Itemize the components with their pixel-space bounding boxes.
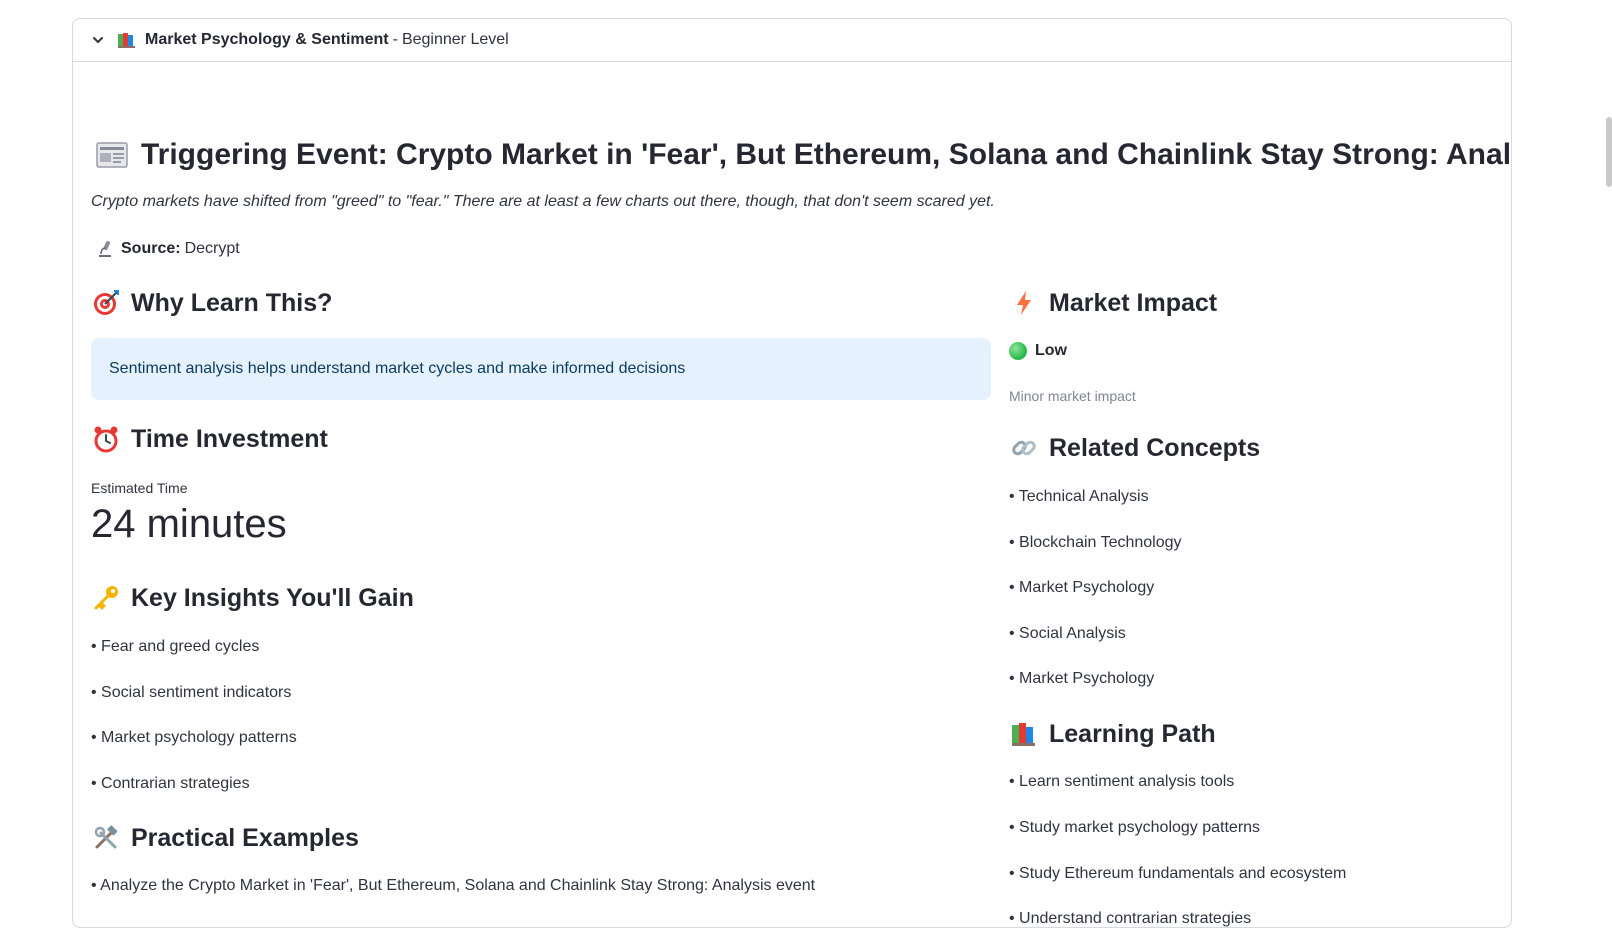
event-heading-text: Triggering Event: Crypto Market in 'Fear… [141, 138, 1512, 171]
time-heading: Time Investment [91, 424, 328, 454]
books-icon [1009, 719, 1039, 749]
why-info-box: Sentiment analysis helps understand mark… [91, 338, 991, 400]
why-info-text: Sentiment analysis helps understand mark… [109, 360, 686, 377]
expander-level: Beginner Level [401, 31, 509, 48]
books-icon [117, 31, 137, 49]
example-item: • Analyze the Crypto Market in 'Fear', B… [91, 877, 816, 894]
lightning-icon [1009, 288, 1039, 318]
impact-level-text: Low [1035, 342, 1067, 359]
newspaper-icon [95, 138, 129, 172]
related-item: • Social Analysis [1009, 625, 1126, 642]
related-item: • Market Psychology [1009, 670, 1155, 687]
path-item: • Understand contrarian strategies [1009, 910, 1252, 927]
insight-item: • Social sentiment indicators [91, 684, 292, 701]
impact-caption: Minor market impact [1009, 388, 1136, 404]
path-item: • Study Ethereum fundamentals and ecosys… [1009, 865, 1347, 882]
impact-level: Low [1009, 342, 1067, 360]
why-heading: Why Learn This? [91, 288, 332, 318]
target-icon [91, 288, 121, 318]
microscope-icon [95, 239, 115, 259]
event-summary: Crypto markets have shifted from "greed"… [91, 193, 995, 210]
related-item: • Market Psychology [1009, 579, 1155, 596]
path-heading-text: Learning Path [1049, 719, 1216, 748]
alarm-clock-icon [91, 424, 121, 454]
source-line: Source: Decrypt [95, 239, 240, 259]
event-heading: Triggering Event: Crypto Market in 'Fear… [95, 138, 1512, 172]
time-metric-label: Estimated Time [91, 480, 188, 496]
examples-heading: Practical Examples [91, 823, 359, 853]
page-scrollbar[interactable] [1606, 117, 1612, 187]
related-item: • Technical Analysis [1009, 488, 1149, 505]
insight-item: • Fear and greed cycles [91, 638, 260, 655]
insights-heading-text: Key Insights You'll Gain [131, 583, 414, 612]
related-heading-text: Related Concepts [1049, 433, 1261, 462]
time-metric-value: 24 minutes [91, 502, 287, 546]
examples-heading-text: Practical Examples [131, 823, 359, 852]
key-icon [91, 583, 121, 613]
green-circle-icon [1009, 342, 1027, 360]
insight-item: • Contrarian strategies [91, 775, 250, 792]
link-icon [1009, 433, 1039, 463]
expander-market-psychology: Market Psychology & Sentiment - Beginner… [72, 18, 1512, 928]
insights-heading: Key Insights You'll Gain [91, 583, 414, 613]
insight-item: • Market psychology patterns [91, 729, 297, 746]
related-heading: Related Concepts [1009, 433, 1260, 463]
path-item: • Study market psychology patterns [1009, 819, 1261, 836]
source-value: Decrypt [184, 240, 240, 257]
related-item: • Blockchain Technology [1009, 534, 1182, 551]
path-item: • Learn sentiment analysis tools [1009, 773, 1235, 790]
chevron-down-icon[interactable] [89, 31, 107, 49]
impact-heading-text: Market Impact [1049, 288, 1218, 317]
why-heading-text: Why Learn This? [131, 288, 333, 317]
expander-separator: - [392, 31, 398, 48]
source-label: Source: [121, 240, 181, 257]
expander-header[interactable]: Market Psychology & Sentiment - Beginner… [73, 19, 1511, 62]
expander-title: Market Psychology & Sentiment [145, 31, 389, 48]
impact-heading: Market Impact [1009, 288, 1217, 318]
time-heading-text: Time Investment [131, 424, 328, 453]
path-heading: Learning Path [1009, 719, 1216, 749]
hammer-wrench-icon [91, 823, 121, 853]
